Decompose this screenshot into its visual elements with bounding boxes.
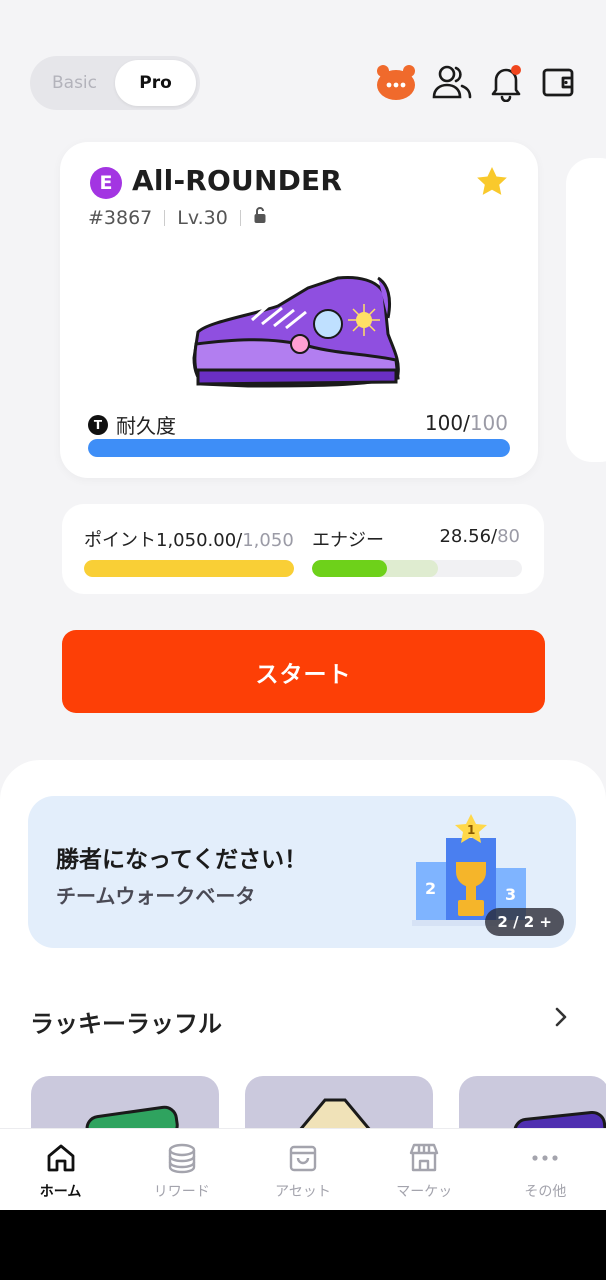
sneaker-meta: #3867 Lv.30 <box>88 206 267 229</box>
nav-assets[interactable]: アセット <box>242 1129 363 1210</box>
svg-text:2: 2 <box>425 879 436 898</box>
nav-rewards[interactable]: リワード <box>121 1129 242 1210</box>
favorite-star-icon[interactable] <box>474 164 510 204</box>
svg-text:1: 1 <box>467 823 475 837</box>
wallet-icon[interactable] <box>536 60 580 104</box>
friends-icon[interactable] <box>430 60 474 104</box>
chevron-right-icon[interactable] <box>554 1006 568 1034</box>
energy-bar-fill <box>312 560 387 577</box>
points-max: 1,050 <box>242 530 294 551</box>
energy-label: エナジー <box>312 530 384 551</box>
nav-more-label: その他 <box>524 1184 567 1200</box>
banner-pager[interactable]: 2 / 2 + <box>485 908 564 936</box>
bell-icon[interactable] <box>484 60 528 104</box>
next-sneaker-card-peek[interactable] <box>566 158 606 462</box>
nav-market[interactable]: マーケッ <box>364 1129 485 1210</box>
store-icon <box>410 1143 439 1172</box>
durability-icon: T <box>88 414 108 435</box>
sneaker-id: #3867 <box>88 206 153 229</box>
more-icon <box>532 1155 559 1161</box>
points-value: 1,050.00 <box>156 530 237 551</box>
nav-more[interactable]: その他 <box>485 1129 606 1210</box>
raffle-section-title: ラッキーラッフル <box>30 1010 222 1038</box>
stats-panel: ポイント1,050.00/1,050 エナジー 28.56/80 <box>62 504 544 594</box>
banner-subtitle: チームウォークベータ <box>56 884 256 908</box>
bag-icon <box>289 1145 317 1172</box>
energy-max: 80 <box>497 526 520 547</box>
energy-bar <box>312 560 522 577</box>
coins-icon <box>168 1143 195 1174</box>
home-icon <box>47 1144 74 1172</box>
nav-home[interactable]: ホーム <box>0 1129 121 1210</box>
durability-label: T 耐久度 <box>88 410 176 439</box>
mode-basic-tab[interactable]: Basic <box>34 60 115 106</box>
raffle-item-image <box>291 1098 379 1138</box>
raffle-item-image <box>85 1105 179 1148</box>
sneaker-image <box>192 276 400 388</box>
meta-divider <box>239 209 241 226</box>
nav-market-label: マーケッ <box>396 1184 453 1200</box>
bottom-nav: ホーム リワード アセット マーケッ その他 <box>0 1128 606 1210</box>
event-banner[interactable]: 勝者になってください！ チームウォークベータ 2 3 1 2 / 2 + <box>28 796 576 948</box>
durability-value: 100/100 <box>424 411 508 435</box>
nav-assets-label: アセット <box>275 1184 331 1200</box>
energy-current: 28.56 <box>439 526 492 547</box>
system-navigation-bar <box>0 1210 606 1280</box>
rarity-badge: E <box>90 167 122 199</box>
sneaker-level: Lv.30 <box>177 206 228 229</box>
mode-toggle[interactable]: Basic Pro <box>30 56 200 110</box>
mode-pro-tab[interactable]: Pro <box>115 60 196 106</box>
durability-bar-fill <box>88 439 510 457</box>
nav-rewards-label: リワード <box>153 1184 210 1200</box>
durability-bar <box>88 439 510 457</box>
points-bar-fill <box>84 560 294 577</box>
durability-max: 100 <box>469 411 508 435</box>
durability-label-text: 耐久度 <box>116 414 176 438</box>
points-label: ポイント1,050.00/1,050 <box>84 530 294 551</box>
banner-title: 勝者になってください！ <box>56 847 308 873</box>
energy-value: 28.56/80 <box>439 526 520 547</box>
sneaker-card[interactable]: E All-ROUNDER #3867 Lv.30 T 耐久度 100/100 <box>60 142 538 478</box>
start-button[interactable]: スタート <box>62 630 545 713</box>
points-bar <box>84 560 294 577</box>
lock-icon <box>253 206 267 229</box>
svg-text:3: 3 <box>505 885 516 904</box>
nav-home-label: ホーム <box>39 1184 82 1200</box>
chat-bubble-icon[interactable] <box>374 60 418 104</box>
durability-current: 100 <box>424 411 464 435</box>
meta-divider <box>164 209 166 226</box>
raffle-item-image <box>513 1110 606 1151</box>
points-label-text: ポイント <box>84 530 156 551</box>
sneaker-name: All-ROUNDER <box>132 164 343 197</box>
